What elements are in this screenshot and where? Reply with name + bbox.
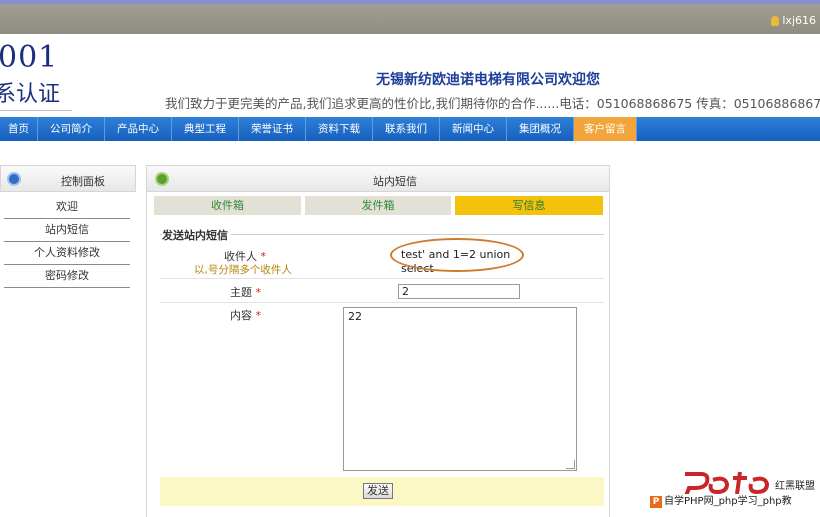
username[interactable]: lxj616	[782, 14, 816, 27]
required-mark: *	[255, 309, 262, 322]
sidebar-item-messages[interactable]: 站内短信	[4, 219, 130, 242]
sidebar-item-password[interactable]: 密码修改	[4, 265, 130, 288]
nav-item-home[interactable]: 首页	[0, 117, 38, 141]
panel-title: 站内短信	[373, 175, 417, 188]
tab-inbox[interactable]: 收件箱	[154, 196, 301, 215]
slogan: 我们致力于更完美的产品,我们追求更高的性价比,我们期待你的合作......电话：…	[165, 96, 820, 111]
nav-item-projects[interactable]: 典型工程	[172, 117, 239, 141]
content-label-group: 内容 *	[230, 307, 261, 323]
subject-label-group: 主题 *	[230, 284, 261, 300]
gear-icon	[7, 172, 21, 186]
recipient-hint: 以,号分隔多个收件人	[194, 264, 292, 276]
welcome-title: 无锡新纺欧迪诺电梯有限公司欢迎您	[376, 72, 600, 88]
tab-outbox[interactable]: 发件箱	[305, 196, 451, 215]
nav-item-contact[interactable]: 联系我们	[373, 117, 440, 141]
watermark-bar: P 自学PHP网_php学习_php教	[650, 494, 820, 510]
nav-item-feedback[interactable]: 客户留言	[574, 117, 637, 141]
top-strip	[0, 0, 820, 4]
php-icon: P	[650, 496, 662, 508]
content-label: 内容	[230, 309, 252, 322]
main-nav: 首页 公司简介 产品中心 典型工程 荣誉证书 资料下载 联系我们 新闻中心 集团…	[0, 117, 820, 141]
highlight-oval	[390, 238, 524, 272]
watermark-name: 红黑联盟	[775, 481, 815, 492]
required-mark: *	[255, 286, 262, 299]
nav-item-honors[interactable]: 荣誉证书	[239, 117, 306, 141]
sidebar-item-welcome[interactable]: 欢迎	[4, 196, 130, 219]
nav-item-downloads[interactable]: 资料下载	[306, 117, 373, 141]
user-icon	[771, 15, 780, 26]
subject-label: 主题	[230, 286, 252, 299]
nav-item-news[interactable]: 新闻中心	[440, 117, 507, 141]
user-info[interactable]: lxj616	[771, 14, 816, 27]
row-divider	[160, 302, 604, 303]
sidebar-title: 控制面板	[61, 175, 105, 188]
sidebar-header: 控制面板	[0, 165, 136, 192]
nav-item-about[interactable]: 公司简介	[38, 117, 105, 141]
nav-item-group[interactable]: 集团概况	[507, 117, 574, 141]
logo-text: 系认证	[0, 82, 61, 107]
row-divider	[160, 278, 604, 279]
form-legend: 发送站内短信	[162, 227, 231, 243]
top-bar	[0, 0, 820, 34]
resize-handle[interactable]	[566, 460, 575, 469]
panel-gear-icon	[155, 172, 169, 186]
message-panel-header: 站内短信	[146, 165, 610, 192]
sidebar-item-profile[interactable]: 个人资料修改	[4, 242, 130, 265]
nav-item-products[interactable]: 产品中心	[105, 117, 172, 141]
logo-number: 001	[0, 40, 59, 75]
logo-divider	[0, 110, 72, 111]
watermark-text: 自学PHP网_php学习_php教	[664, 496, 792, 507]
send-button[interactable]: 发送	[363, 483, 393, 499]
content-textarea[interactable]: 22	[343, 307, 577, 471]
subject-input[interactable]: 2	[398, 284, 520, 299]
tab-compose[interactable]: 写信息	[455, 196, 603, 215]
